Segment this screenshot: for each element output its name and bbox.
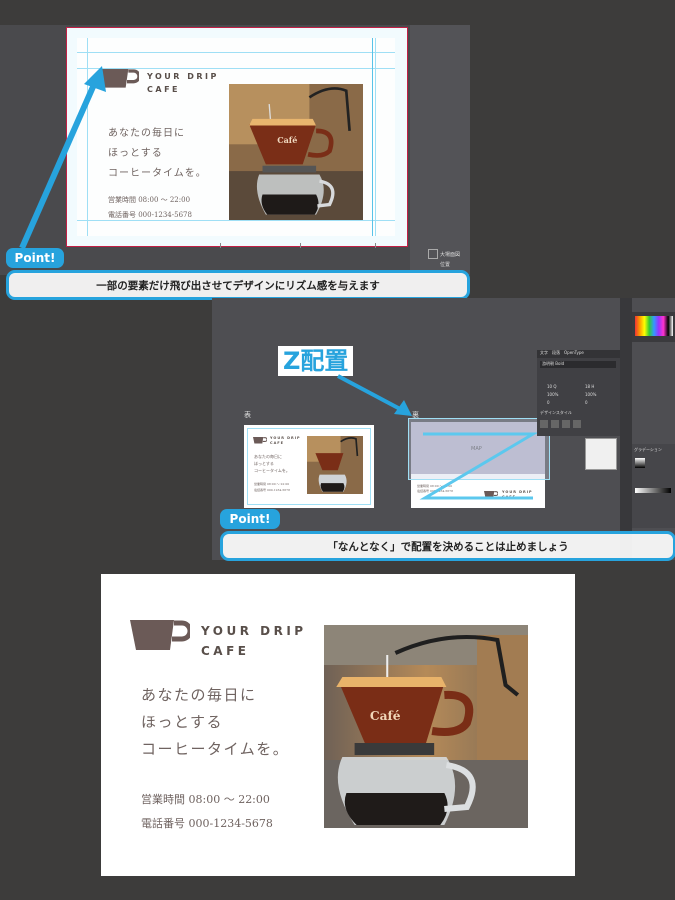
coffee-dripper-image: Café: [229, 84, 363, 220]
side-panel-label-1: 大場面図: [440, 252, 461, 258]
swatch-grid[interactable]: [635, 316, 673, 336]
ruler-tick: [220, 243, 221, 248]
phone-text: 電話番号 000-1234-5678: [141, 817, 273, 830]
align-icon[interactable]: [540, 420, 548, 428]
tracking-value[interactable]: 0: [547, 400, 550, 405]
z-arrow: [337, 374, 412, 416]
kerning-value[interactable]: 0: [585, 400, 588, 405]
ruler-tick: [300, 243, 301, 248]
point-badge-1: Point!: [6, 248, 64, 268]
brand-line-1: YOUR DRIP: [201, 624, 307, 638]
point-arrow-1: [19, 66, 106, 250]
coffee-photo-large: Café: [324, 625, 528, 828]
side-panel: [410, 25, 470, 275]
z-pattern-overlay: [419, 432, 539, 500]
photo-sign: Café: [277, 135, 297, 145]
font-field[interactable]: 游明朝 Bold: [540, 361, 616, 368]
coffee-dripper-image: Café: [324, 625, 528, 828]
gradient-slider[interactable]: [635, 488, 671, 493]
gradient-panel: グラデーション: [632, 444, 675, 528]
align-buttons[interactable]: [540, 420, 618, 428]
tab-paragraph[interactable]: 段落: [552, 350, 560, 358]
guide-line: [372, 38, 373, 236]
panel-icon[interactable]: [428, 249, 438, 259]
popup-menu: [585, 438, 617, 470]
phone-text: 電話番号 000-1234-5678: [254, 488, 290, 492]
leading-value[interactable]: 18 H: [585, 384, 594, 389]
tagline-line-1: あなたの毎日に: [141, 686, 257, 704]
caption-bar-2: 「なんとなく」で配置を決めることは止めましょう: [220, 531, 675, 561]
align-icon[interactable]: [562, 420, 570, 428]
brand-line-2: CAFE: [270, 441, 285, 445]
point-badge-2: Point!: [220, 509, 280, 529]
scale-v-value[interactable]: 100%: [585, 392, 596, 397]
align-icon[interactable]: [573, 420, 581, 428]
tagline-line-2: ほっとする: [141, 713, 224, 731]
tagline-line-1: あなたの毎日に: [254, 454, 282, 459]
brand-line-2: CAFE: [201, 644, 250, 658]
panel-tabs: 文字 段落 OpenType: [537, 350, 624, 358]
coffee-photo: Café: [229, 84, 363, 220]
card-front-mini: YOUR DRIP CAFE あなたの毎日に ほっとする コーヒータイムを。 営…: [244, 425, 374, 508]
tagline-line-3: コーヒータイムを。: [141, 740, 290, 758]
size-value[interactable]: 10 Q: [547, 384, 557, 389]
coffee-photo-mini: [307, 436, 363, 494]
font-name: 游明朝 Bold: [542, 361, 565, 366]
brand-name-mini: YOUR DRIP CAFE: [270, 436, 301, 446]
tagline-line-3: コーヒータイムを。: [254, 468, 290, 473]
tagline-large: あなたの毎日に ほっとする コーヒータイムを。: [141, 682, 289, 763]
coffee-dripper-image: [307, 436, 363, 494]
photo-sign: Café: [370, 709, 401, 723]
caption-bar-1: 一部の要素だけ飛び出させてデザインにリズム感を与えます: [6, 270, 470, 300]
align-icon[interactable]: [551, 420, 559, 428]
store-info-large: 営業時間 08:00 〜 22:00 電話番号 000-1234-5678: [141, 788, 273, 836]
char-style-label: デザインスタイル: [540, 410, 572, 415]
tagline-line-2: ほっとする: [254, 461, 274, 466]
store-info-mini: 営業時間 08:00 〜 22:00 電話番号 000-1234-5678: [254, 481, 290, 493]
side-panel-label-2: 位置: [440, 262, 451, 268]
tab-opentype[interactable]: OpenType: [564, 350, 584, 358]
brand-name-large: YOUR DRIP CAFE: [201, 621, 307, 661]
cup-logo-icon-large: [130, 620, 190, 650]
swatches-panel: [632, 312, 675, 342]
ruler-tick: [375, 243, 376, 248]
scale-h-value[interactable]: 100%: [547, 392, 558, 397]
front-label: 表: [244, 411, 251, 419]
gradient-swatch[interactable]: [635, 458, 645, 468]
character-panel: 文字 段落 OpenType 游明朝 Bold 10 Q 18 H 100% 1…: [537, 350, 624, 436]
hours-text: 営業時間 08:00 〜 22:00: [141, 793, 270, 806]
guide-line: [375, 38, 376, 236]
gradient-label: グラデーション: [634, 447, 662, 452]
tools-panel: [620, 298, 632, 560]
tagline-mini: あなたの毎日に ほっとする コーヒータイムを。: [254, 453, 290, 474]
cup-logo-icon-mini: [253, 437, 267, 444]
section2-screenshot: 表 裏 YOUR DRIP CAFE あなたの毎日に ほっとする コーヒータイム…: [212, 298, 675, 560]
tab-character[interactable]: 文字: [540, 350, 548, 358]
business-card-large: YOUR DRIP CAFE あなたの毎日に ほっとする コーヒータイムを。 営…: [101, 574, 575, 876]
